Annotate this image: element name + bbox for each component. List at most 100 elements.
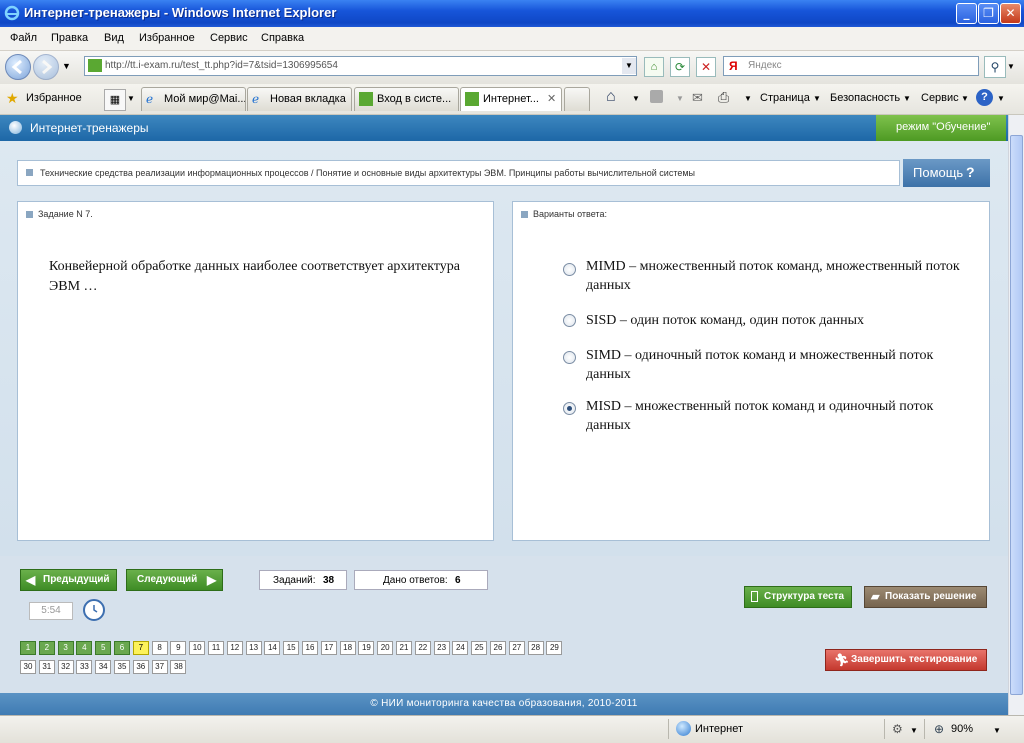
task-number-37[interactable]: 37 — [151, 660, 168, 674]
tools-menu[interactable]: Сервис — [921, 92, 959, 104]
task-number-32[interactable]: 32 — [57, 660, 74, 674]
tab-new-tab[interactable]: ℯ Новая вкладка — [247, 87, 352, 111]
close-button[interactable]: ✕ — [1000, 3, 1021, 24]
task-number-26[interactable]: 26 — [490, 641, 506, 655]
task-number-23[interactable]: 23 — [433, 641, 450, 655]
search-button[interactable]: ⚲ — [984, 56, 1006, 78]
task-number-10[interactable]: 10 — [189, 641, 206, 655]
menu-file[interactable]: Файл — [10, 32, 37, 44]
option-3-radio[interactable] — [563, 351, 576, 364]
finish-test-button[interactable]: 🏃︎ Завершить тестирование — [825, 649, 987, 671]
task-number-36[interactable]: 36 — [132, 660, 149, 674]
option-4-radio[interactable] — [563, 402, 576, 415]
quick-tabs-icon[interactable]: ▦ — [104, 89, 126, 111]
task-number-30[interactable]: 30 — [20, 660, 36, 674]
task-number-7[interactable]: 7 — [132, 641, 149, 655]
test-structure-button[interactable]: Структура теста — [744, 586, 852, 608]
task-number-19[interactable]: 19 — [358, 641, 375, 655]
task-number-16[interactable]: 16 — [302, 641, 318, 655]
previous-button[interactable]: ◀ Предыдущий — [20, 569, 117, 591]
new-tab-button[interactable] — [564, 87, 590, 111]
next-button[interactable]: Следующий ▶ — [126, 569, 223, 591]
vertical-scrollbar[interactable] — [1008, 115, 1024, 715]
zoom-icon[interactable]: ⊕ — [934, 722, 944, 736]
home-dropdown-icon[interactable]: ▼ — [632, 94, 640, 103]
task-number-2[interactable]: 2 — [38, 641, 55, 655]
safety-menu[interactable]: Безопасность — [830, 92, 900, 104]
close-tab-icon[interactable]: ✕ — [547, 92, 556, 105]
task-number-28[interactable]: 28 — [527, 641, 544, 655]
option-1-radio[interactable] — [563, 263, 576, 276]
zoom-dropdown-icon[interactable]: ▼ — [993, 726, 1001, 735]
tab-internet-trainers[interactable]: Интернет... ✕ — [460, 87, 562, 111]
task-number-20[interactable]: 20 — [377, 641, 394, 655]
option-2-radio[interactable] — [563, 314, 576, 327]
stop-icon[interactable]: ✕ — [696, 57, 716, 77]
task-number-8[interactable]: 8 — [151, 641, 168, 655]
task-number-15[interactable]: 15 — [283, 641, 300, 655]
protected-mode-dropdown-icon[interactable]: ▼ — [910, 726, 918, 735]
history-dropdown-icon[interactable]: ▼ — [62, 61, 71, 71]
feeds-icon[interactable] — [650, 90, 663, 103]
scrollbar-thumb[interactable] — [1010, 135, 1023, 695]
address-input[interactable]: http://tt.i-exam.ru/test_tt.php?id=7&tsi… — [84, 56, 637, 76]
task-number-9[interactable]: 9 — [170, 641, 187, 655]
protected-mode-icon[interactable]: ⚙ — [892, 722, 903, 736]
menu-edit[interactable]: Правка — [51, 32, 88, 44]
option-1-label[interactable]: MIMD – множественный поток команд, множе… — [586, 257, 966, 295]
help-icon[interactable]: ? — [976, 89, 993, 106]
menu-view[interactable]: Вид — [104, 32, 124, 44]
zoom-level[interactable]: 90% — [951, 723, 973, 735]
feeds-dropdown-icon[interactable]: ▼ — [676, 94, 684, 103]
task-number-17[interactable]: 17 — [320, 641, 337, 655]
help-dropdown-icon[interactable]: ▼ — [997, 94, 1005, 103]
mail-icon[interactable]: ✉ — [692, 90, 703, 106]
task-number-33[interactable]: 33 — [76, 660, 93, 674]
tab-list-dropdown-icon[interactable]: ▼ — [127, 94, 135, 103]
help-button[interactable]: Помощь ? — [903, 159, 990, 187]
menu-favorites[interactable]: Избранное — [139, 32, 195, 44]
maximize-button[interactable]: ❐ — [978, 3, 999, 24]
search-options-icon[interactable]: ▼ — [1007, 62, 1015, 71]
task-number-31[interactable]: 31 — [38, 660, 55, 674]
tab-my-world[interactable]: ℯ Мой мир@Mai... — [141, 87, 246, 111]
task-number-34[interactable]: 34 — [95, 660, 112, 674]
favorites-button[interactable]: Избранное — [26, 92, 82, 104]
task-number-25[interactable]: 25 — [471, 641, 488, 655]
menu-tools[interactable]: Сервис — [210, 32, 248, 44]
back-button[interactable] — [5, 54, 31, 80]
minimize-button[interactable]: _ — [956, 3, 977, 24]
search-input[interactable]: Я Яндекс — [723, 56, 979, 76]
task-number-35[interactable]: 35 — [114, 660, 130, 674]
task-number-1[interactable]: 1 — [20, 641, 36, 655]
task-number-3[interactable]: 3 — [57, 641, 74, 655]
task-number-22[interactable]: 22 — [414, 641, 431, 655]
task-number-27[interactable]: 27 — [508, 641, 525, 655]
address-dropdown-icon[interactable]: ▼ — [622, 58, 636, 74]
page-menu[interactable]: Страница — [760, 92, 810, 104]
print-dropdown-icon[interactable]: ▼ — [744, 94, 752, 103]
forward-button[interactable] — [33, 54, 59, 80]
refresh-icon[interactable]: ⟳ — [670, 57, 690, 77]
task-number-29[interactable]: 29 — [546, 641, 563, 655]
task-number-38[interactable]: 38 — [170, 660, 187, 674]
print-icon[interactable]: ⎙ — [718, 89, 729, 106]
task-number-18[interactable]: 18 — [339, 641, 356, 655]
task-number-4[interactable]: 4 — [76, 641, 93, 655]
compatibility-view-icon[interactable]: ⌂ — [644, 57, 664, 77]
option-4-label[interactable]: MISD – множественный поток команд и один… — [586, 397, 966, 435]
option-3-label[interactable]: SIMD – одиночный поток команд и множеств… — [586, 346, 966, 384]
task-number-5[interactable]: 5 — [95, 641, 112, 655]
tab-login[interactable]: Вход в систе... — [354, 87, 459, 111]
menu-help[interactable]: Справка — [261, 32, 304, 44]
task-number-24[interactable]: 24 — [452, 641, 469, 655]
task-number-11[interactable]: 11 — [208, 641, 224, 655]
task-number-12[interactable]: 12 — [226, 641, 243, 655]
task-number-14[interactable]: 14 — [264, 641, 281, 655]
show-solution-button[interactable]: ▰ Показать решение — [864, 586, 987, 608]
task-number-21[interactable]: 21 — [396, 641, 412, 655]
task-number-13[interactable]: 13 — [245, 641, 262, 655]
option-2-label[interactable]: SISD – один поток команд, один поток дан… — [586, 311, 966, 330]
home-icon[interactable]: ⌂ — [606, 88, 616, 106]
task-number-6[interactable]: 6 — [114, 641, 130, 655]
